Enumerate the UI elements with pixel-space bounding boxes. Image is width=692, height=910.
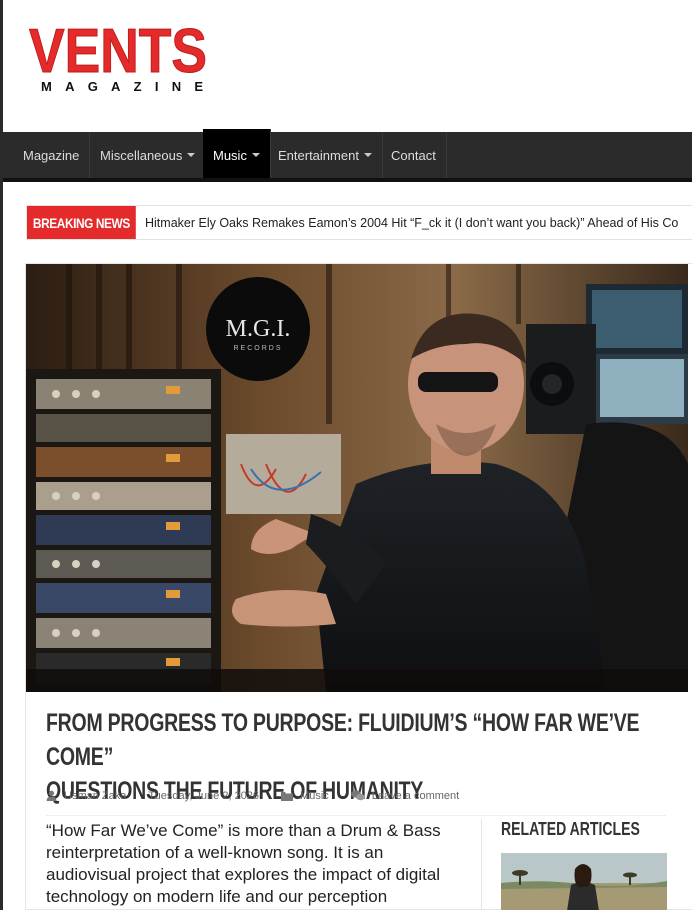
- nav-item-magazine[interactable]: Magazine: [13, 132, 91, 178]
- article-meta: Usman Zaka Tuesday, June 2, 2026 Music L…: [46, 786, 666, 816]
- breaking-news-headline[interactable]: Hitmaker Ely Oaks Remakes Eamon’s 2004 H…: [145, 206, 678, 239]
- related-articles-heading: RELATED ARTICLES: [501, 819, 640, 839]
- article-body: “How Far We’ve Come” is more than a Drum…: [46, 821, 441, 906]
- nav-item-entertainment[interactable]: Entertainment: [268, 132, 383, 178]
- main-navigation: Magazine Miscellaneous Music Entertainme…: [3, 129, 692, 182]
- nav-item-contact[interactable]: Contact: [381, 132, 447, 178]
- comments-label: Leave a comment: [371, 789, 460, 802]
- breaking-news-bar: BREAKING NEWS Hitmaker Ely Oaks Remakes …: [26, 205, 692, 240]
- breaking-news-label: BREAKING NEWS: [27, 206, 136, 239]
- nav-item-music[interactable]: Music: [203, 129, 271, 178]
- folder-icon: [281, 791, 294, 801]
- hero-studio-logo-sub: RECORDS: [233, 345, 282, 352]
- nav-item-label: Entertainment: [278, 147, 359, 163]
- related-article-thumbnail[interactable]: [501, 853, 667, 910]
- chevron-down-icon: [251, 153, 260, 157]
- site-logo[interactable]: VENTS MAGAZINE: [27, 18, 213, 96]
- article: M.G.I. RECORDS FROM PROGRESS TO PURPOSE:…: [25, 263, 692, 910]
- nav-item-miscellaneous[interactable]: Miscellaneous: [90, 132, 207, 178]
- article-author[interactable]: Usman Zaka: [46, 790, 126, 802]
- article-date: Tuesday, June 2, 2026: [148, 790, 259, 802]
- nav-item-label: Miscellaneous: [100, 147, 183, 163]
- chevron-down-icon: [187, 153, 196, 157]
- site-header: VENTS MAGAZINE: [3, 0, 692, 132]
- article-title-line-1: From Progress to Purpose: Fluidium’s “Ho…: [46, 709, 640, 771]
- sidebar-divider: [481, 819, 482, 910]
- chevron-down-icon: [363, 153, 372, 157]
- hero-studio-logo: M.G.I.: [226, 316, 291, 342]
- nav-item-label: Contact: [391, 147, 436, 163]
- category-label: Music: [300, 789, 329, 802]
- article-category[interactable]: Music: [281, 790, 329, 802]
- nav-item-label: Music: [213, 147, 247, 163]
- publish-date: Tuesday, June 2, 2026: [148, 789, 260, 802]
- user-icon: [46, 790, 57, 801]
- article-comments-link[interactable]: Leave a comment: [350, 789, 460, 802]
- logo-main-text: VENTS: [29, 18, 207, 86]
- nav-item-label: Magazine: [23, 147, 80, 163]
- author-name: Usman Zaka: [64, 789, 127, 802]
- article-hero-image[interactable]: M.G.I. RECORDS: [26, 264, 688, 692]
- comments-icon: [350, 790, 365, 801]
